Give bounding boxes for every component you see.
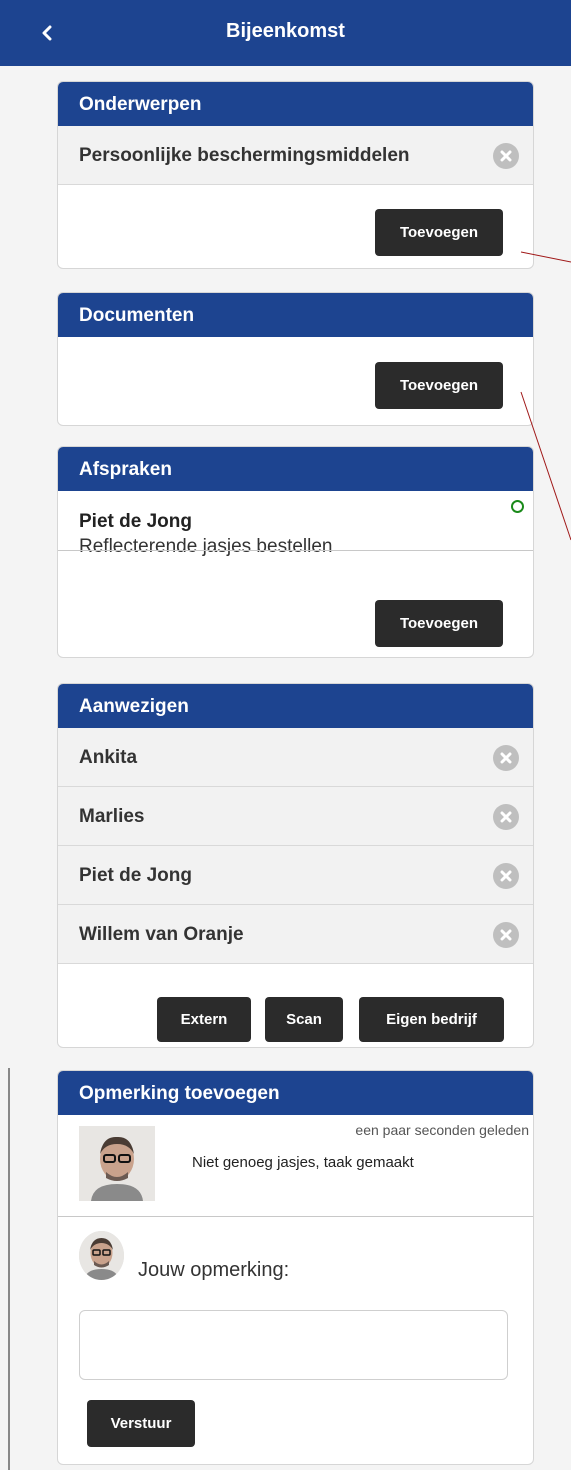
- attendee-name: Willem van Oranje: [79, 924, 244, 945]
- remove-icon[interactable]: [493, 143, 519, 169]
- documents-header: Documenten: [58, 293, 533, 337]
- attendee-row[interactable]: Ankita: [58, 728, 533, 787]
- submit-button[interactable]: Verstuur: [87, 1400, 195, 1447]
- agreements-card: Afspraken Piet de Jong Reflecterende jas…: [57, 446, 534, 658]
- comment-time: een paar seconden geleden: [355, 1122, 529, 1138]
- agreements-header: Afspraken: [58, 447, 533, 491]
- page-title: Bijeenkomst: [226, 20, 345, 42]
- attendee-row[interactable]: Piet de Jong: [58, 846, 533, 905]
- comment-text: Niet genoeg jasjes, taak gemaakt: [192, 1154, 414, 1171]
- agreement-person: Piet de Jong: [79, 511, 192, 532]
- add-topic-button[interactable]: Toevoegen: [375, 209, 503, 256]
- agreement-text: Reflecterende jasjes bestellen: [79, 536, 333, 557]
- scan-button[interactable]: Scan: [265, 997, 343, 1042]
- own-company-button[interactable]: Eigen bedrijf: [359, 997, 504, 1042]
- comments-card: Opmerking toevoegen een paar seconden ge…: [57, 1070, 534, 1465]
- attendee-name: Ankita: [79, 747, 138, 768]
- add-agreement-button[interactable]: Toevoegen: [375, 600, 503, 647]
- topic-item[interactable]: Persoonlijke beschermingsmiddelen: [58, 126, 533, 185]
- attendees-header: Aanwezigen: [58, 684, 533, 728]
- attendee-row[interactable]: Marlies: [58, 787, 533, 846]
- divider: [58, 550, 533, 551]
- open-circle-icon: [511, 500, 524, 513]
- extern-button[interactable]: Extern: [157, 997, 251, 1042]
- attendee-name: Piet de Jong: [79, 865, 192, 886]
- topic-item-label: Persoonlijke beschermingsmiddelen: [79, 145, 410, 166]
- attendees-card: Aanwezigen Ankita Marlies Piet de Jong W…: [57, 683, 534, 1048]
- attendee-row[interactable]: Willem van Oranje: [58, 905, 533, 964]
- comment-prompt: Jouw opmerking:: [138, 1259, 290, 1281]
- topics-card: Onderwerpen Persoonlijke beschermingsmid…: [57, 81, 534, 269]
- remove-icon[interactable]: [493, 922, 519, 948]
- comment-entry: een paar seconden geleden Niet genoeg ja…: [58, 1115, 533, 1216]
- documents-card: Documenten Toevoegen: [57, 292, 534, 426]
- add-document-button[interactable]: Toevoegen: [375, 362, 503, 409]
- remove-icon[interactable]: [493, 745, 519, 771]
- avatar: [79, 1231, 124, 1280]
- remove-icon[interactable]: [493, 804, 519, 830]
- remove-icon[interactable]: [493, 863, 519, 889]
- agreement-item[interactable]: Piet de Jong Reflecterende jasjes bestel…: [58, 491, 533, 557]
- comments-header: Opmerking toevoegen: [58, 1071, 533, 1115]
- avatar: [79, 1126, 155, 1201]
- comment-input[interactable]: [79, 1310, 508, 1380]
- top-bar: Bijeenkomst: [0, 0, 571, 66]
- attendee-name: Marlies: [79, 806, 145, 827]
- divider: [58, 1216, 533, 1217]
- topics-header: Onderwerpen: [58, 82, 533, 126]
